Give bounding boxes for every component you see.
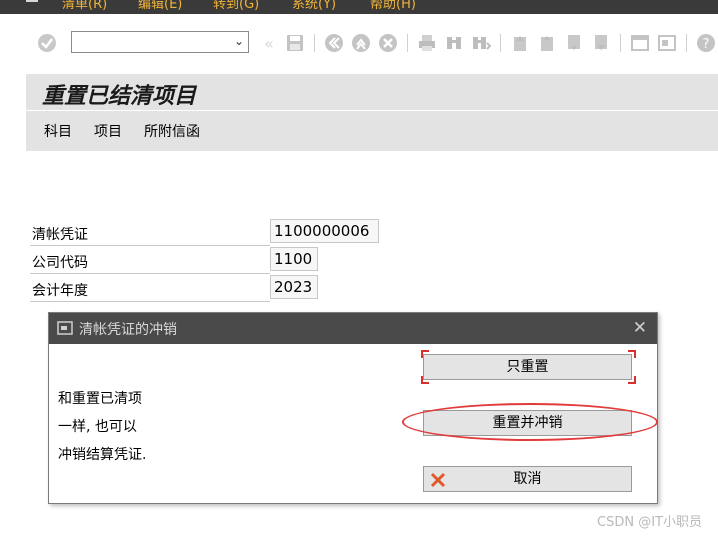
application-toolbar: 科目 项目 所附信函	[26, 111, 718, 151]
system-menu-icon[interactable]	[26, 0, 38, 2]
field-row-company-code: 公司代码	[30, 246, 270, 274]
company-code-field[interactable]: 1100	[270, 247, 318, 271]
last-page-icon[interactable]	[591, 33, 611, 53]
title-bar: 重置已结清项目	[26, 74, 718, 110]
fiscal-year-label: 会计年度	[32, 283, 88, 299]
menu-system[interactable]: 系统(Y)	[292, 0, 336, 12]
dialog-message-line-2: 一样, 也可以	[58, 419, 137, 435]
items-button[interactable]: 项目	[94, 121, 122, 141]
field-row-clearing-document: 清帐凭证	[30, 218, 270, 246]
menu-bar: 清单(R) 编辑(E) 转到(G) 系统(Y) 帮助(H)	[0, 0, 718, 14]
company-code-label: 公司代码	[32, 255, 88, 271]
focus-corner	[421, 350, 429, 358]
save-icon[interactable]	[285, 33, 305, 53]
command-field[interactable]: ⌄	[71, 31, 249, 53]
enter-icon[interactable]	[37, 33, 57, 53]
shortcut-icon[interactable]	[657, 33, 677, 53]
dialog-header: 清帐凭证的冲销 ✕	[49, 313, 657, 344]
close-icon[interactable]: ✕	[633, 318, 647, 338]
dialog-message-line-3: 冲销结算凭证.	[58, 447, 147, 463]
clearing-document-label: 清帐凭证	[32, 227, 88, 243]
reset-only-button[interactable]: 只重置	[423, 354, 632, 380]
first-page-icon[interactable]	[510, 33, 530, 53]
page-title: 重置已结清项目	[42, 83, 197, 109]
menu-help[interactable]: 帮助(H)	[370, 0, 416, 12]
find-icon[interactable]	[444, 33, 464, 53]
command-input[interactable]	[72, 32, 230, 52]
focus-corner	[628, 376, 636, 384]
watermark: CSDN @IT小职员	[597, 515, 702, 530]
back-icon[interactable]	[324, 33, 344, 53]
print-icon[interactable]	[417, 33, 437, 53]
window-icon	[57, 321, 73, 335]
dialog-message-line-1: 和重置已清项	[58, 391, 142, 407]
field-row-fiscal-year: 会计年度	[30, 274, 270, 302]
focus-corner	[628, 350, 636, 358]
dialog-title: 清帐凭证的冲销	[79, 322, 177, 338]
cancel-button[interactable]: 取消	[423, 466, 632, 492]
svg-text:?: ?	[703, 37, 710, 52]
find-next-icon[interactable]	[471, 33, 491, 53]
chevron-down-icon[interactable]: ⌄	[234, 34, 244, 48]
double-chevron-left-icon: «	[264, 33, 274, 53]
fiscal-year-field[interactable]: 2023	[270, 275, 318, 299]
new-session-icon[interactable]	[630, 33, 650, 53]
prev-page-icon[interactable]	[537, 33, 557, 53]
exit-icon[interactable]	[351, 33, 371, 53]
attached-letters-button[interactable]: 所附信函	[144, 121, 200, 141]
menu-goto[interactable]: 转到(G)	[213, 0, 259, 12]
cancel-x-icon	[430, 472, 446, 488]
cancel-icon[interactable]	[378, 33, 398, 53]
standard-toolbar: ⌄ « ?	[0, 14, 718, 70]
focus-corner	[421, 376, 429, 384]
help-icon[interactable]: ?	[696, 33, 716, 53]
menu-edit[interactable]: 编辑(E)	[138, 0, 182, 12]
reset-and-reverse-button[interactable]: 重置并冲销	[423, 410, 632, 436]
cancel-label: 取消	[513, 471, 542, 487]
menu-list[interactable]: 清单(R)	[62, 0, 107, 12]
clearing-document-field[interactable]: 1100000006	[270, 219, 379, 243]
next-page-icon[interactable]	[564, 33, 584, 53]
accounts-button[interactable]: 科目	[44, 121, 72, 141]
